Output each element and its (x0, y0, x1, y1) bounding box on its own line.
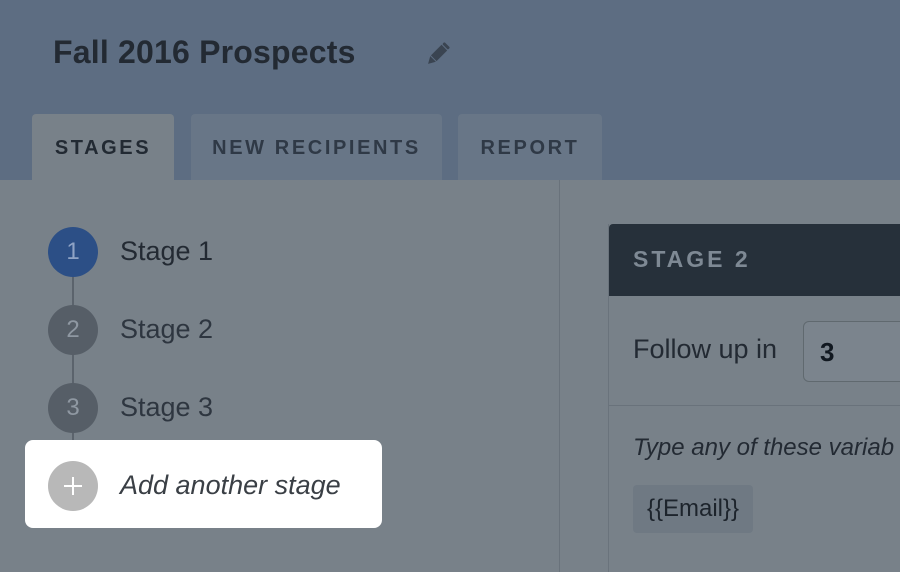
pencil-icon[interactable] (422, 38, 454, 70)
panel-title: STAGE 2 (633, 246, 751, 272)
stage-3-label[interactable]: Stage 3 (120, 392, 213, 423)
column-divider (559, 180, 560, 572)
follow-up-label: Follow up in (633, 334, 778, 364)
stage-3-number[interactable]: 3 (48, 383, 98, 433)
page-header: Fall 2016 Prospects STAGES NEW RECIPIENT… (0, 0, 900, 180)
variables-hint: Type any of these variab (633, 434, 895, 461)
tab-new-recipients[interactable]: NEW RECIPIENTS (191, 114, 442, 180)
plus-icon[interactable] (48, 461, 98, 511)
stage-detail-panel: STAGE 2 Follow up in 3 Type any of these… (608, 224, 900, 572)
stage-1-label[interactable]: Stage 1 (120, 236, 213, 267)
tab-stages[interactable]: STAGES (32, 114, 174, 180)
variable-chip-email[interactable]: {{Email}} (633, 485, 753, 533)
add-stage-button[interactable]: Add another stage (120, 470, 341, 501)
stage-2-number[interactable]: 2 (48, 305, 98, 355)
page-title: Fall 2016 Prospects (53, 34, 356, 70)
panel-header: STAGE 2 (609, 224, 900, 296)
stage-2-label[interactable]: Stage 2 (120, 314, 213, 345)
panel-separator (609, 405, 900, 406)
tab-report[interactable]: REPORT (458, 114, 602, 180)
follow-up-input[interactable]: 3 (803, 321, 900, 382)
stage-1-number[interactable]: 1 (48, 227, 98, 277)
